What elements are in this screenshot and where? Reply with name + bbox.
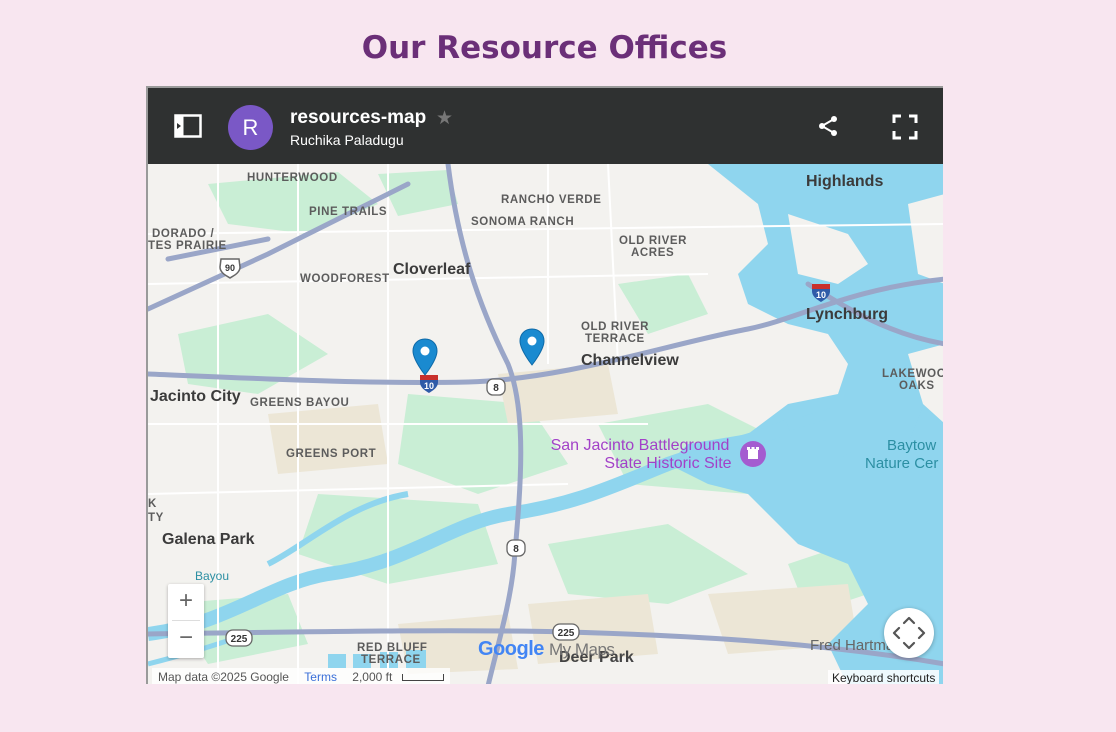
- sh225-west-number: 225: [231, 634, 248, 645]
- sh8-shield-north: 8: [486, 378, 506, 396]
- label-pine-trails: PINE TRAILS: [309, 206, 388, 218]
- sh8-north-number: 8: [493, 383, 499, 394]
- sidebar-toggle-icon[interactable]: [174, 114, 202, 138]
- attribution-bar: Map data ©2025 Google Terms 2,000 ft: [152, 668, 450, 684]
- sh8-south-number: 8: [513, 544, 519, 555]
- label-old-river-acres-1: OLD RIVER: [619, 235, 688, 247]
- label-highlands: Highlands: [806, 173, 884, 190]
- label-greens-bayou: GREENS BAYOU: [250, 397, 350, 409]
- label-cloverleaf: Cloverleaf: [393, 261, 471, 278]
- office-marker-2[interactable]: [519, 328, 545, 366]
- label-lakewood-oaks-2: OAKS: [899, 380, 935, 392]
- label-channelview: Channelview: [581, 352, 679, 369]
- zoom-in-button[interactable]: +: [168, 584, 204, 620]
- label-old-river-terrace-1: OLD RIVER: [581, 321, 650, 333]
- us90-shield: 90: [219, 258, 241, 279]
- google-logo: Google: [478, 638, 544, 660]
- label-red-bluff-2: TERRACE: [361, 654, 421, 666]
- label-sonoma-ranch: SONOMA RANCH: [471, 216, 575, 228]
- share-icon[interactable]: [816, 114, 840, 138]
- zoom-out-button[interactable]: −: [168, 621, 204, 657]
- sh8-shield-south: 8: [506, 539, 526, 557]
- page-title: Our Resource Offices: [361, 30, 728, 66]
- i10-west-number: 10: [424, 381, 434, 391]
- us90-number: 90: [225, 263, 235, 273]
- label-ty: TY: [148, 512, 164, 524]
- terms-link[interactable]: Terms: [304, 670, 337, 684]
- label-rancho-verde: RANCHO VERDE: [501, 194, 602, 206]
- label-jacinto-city: Jacinto City: [150, 388, 241, 405]
- map-data-attribution: Map data ©2025 Google: [158, 670, 289, 684]
- office-marker-1[interactable]: [412, 338, 438, 376]
- label-old-river-acres-2: ACRES: [631, 247, 675, 259]
- label-greens-port: GREENS PORT: [286, 448, 377, 460]
- map-owner: Ruchika Paladugu: [290, 132, 404, 148]
- google-mymaps-logo: Google My Maps: [478, 638, 615, 661]
- zoom-controls: + −: [168, 584, 204, 658]
- mymaps-logo: My Maps: [548, 640, 615, 659]
- label-tes-prairie: TES PRAIRIE: [148, 240, 227, 252]
- pan-arrows-icon: [892, 616, 926, 650]
- label-san-jacinto-1: San Jacinto Battleground: [550, 437, 730, 454]
- label-bayou: Bayou: [195, 569, 230, 583]
- label-baytown-1: Baytow: [887, 437, 937, 454]
- label-woodforest: WOODFOREST: [300, 273, 390, 285]
- sh225-shield-west: 225: [225, 629, 253, 647]
- label-old-river-terrace-2: TERRACE: [585, 333, 645, 345]
- label-lynchburg: Lynchburg: [806, 306, 889, 323]
- i10-east-number: 10: [816, 290, 826, 300]
- label-k: K: [148, 498, 157, 510]
- fullscreen-icon[interactable]: [892, 114, 918, 140]
- label-hunterwood: HUNTERWOOD: [247, 172, 338, 184]
- map-header: R resources-map ★ Ruchika Paladugu: [148, 88, 943, 164]
- map-title: resources-map: [290, 107, 427, 128]
- avatar[interactable]: R: [228, 105, 273, 150]
- label-lakewood-oaks-1: LAKEWOOD: [882, 368, 943, 380]
- i10-shield-east: 10: [812, 284, 830, 302]
- label-red-bluff-1: RED BLUFF: [357, 642, 428, 654]
- keyboard-shortcuts-link[interactable]: Keyboard shortcuts: [828, 670, 940, 684]
- pan-control-button[interactable]: [884, 608, 934, 658]
- map-canvas[interactable]: HUNTERWOOD PINE TRAILS RANCHO VERDE SONO…: [148, 164, 943, 684]
- embedded-map[interactable]: R resources-map ★ Ruchika Paladugu HUNTE…: [146, 86, 943, 684]
- label-baytown-2: Nature Cer: [865, 455, 939, 472]
- star-icon[interactable]: ★: [436, 107, 453, 130]
- label-dorado: DORADO /: [152, 228, 215, 240]
- map-background: [148, 164, 943, 684]
- label-galena-park: Galena Park: [162, 531, 255, 548]
- landmark-icon[interactable]: [738, 439, 768, 469]
- scale-label[interactable]: 2,000 ft: [352, 670, 392, 684]
- scale-bar: [401, 674, 444, 682]
